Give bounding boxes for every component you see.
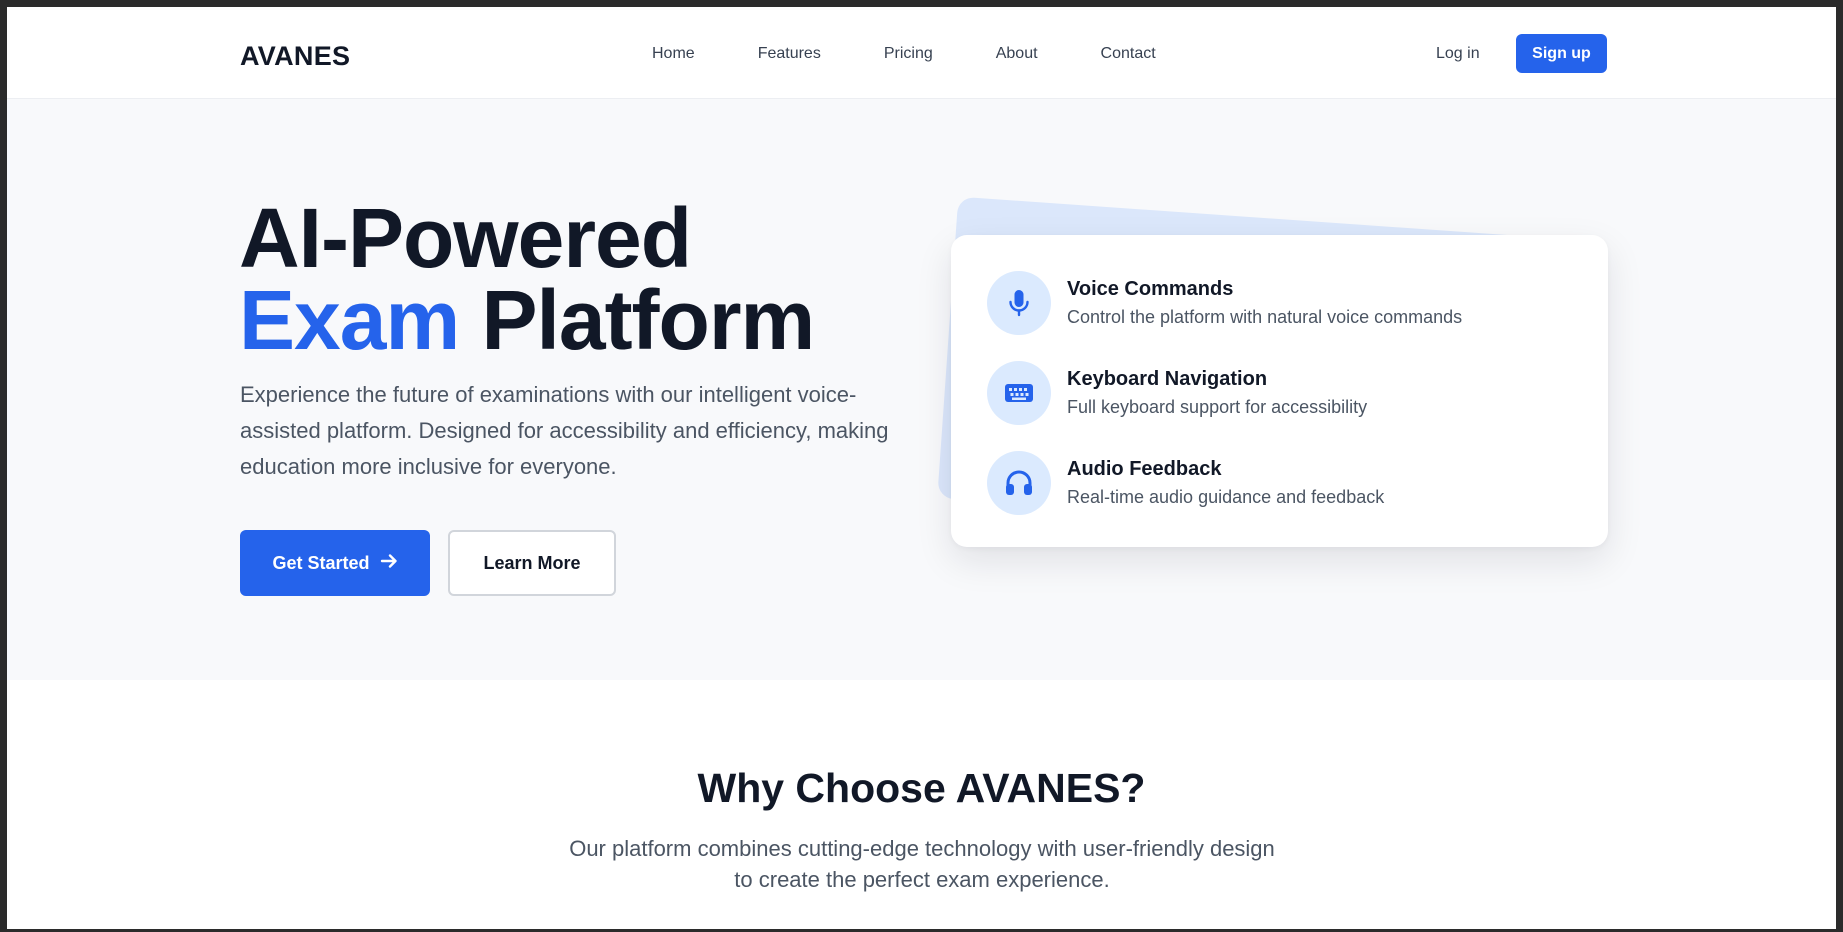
nav-link-about[interactable]: About [996,45,1038,63]
get-started-label: Get Started [272,552,370,573]
arrow-right-icon [380,552,398,575]
feature-item-audio: Audio Feedback Real-time audio guidance … [987,451,1384,515]
feature-text-voice: Voice Commands Control the platform with… [1067,276,1462,330]
feature-title: Keyboard Navigation [1067,368,1268,390]
microphone-icon [987,271,1051,335]
nav-link-contact[interactable]: Contact [1101,45,1156,63]
learn-more-button[interactable]: Learn More [448,530,616,596]
headphones-icon [987,451,1051,515]
top-navbar: AVANES Home Features Pricing About Conta… [7,7,1836,99]
feature-title: Audio Feedback [1067,458,1222,480]
logo[interactable]: AVANES [240,41,350,72]
why-subtitle-line1: Our platform combines cutting-edge techn… [569,836,1275,861]
hero-title: AI-Powered Exam Platform [239,196,815,362]
signup-button[interactable]: Sign up [1516,34,1607,73]
main-nav: Home Features Pricing About Contact [652,45,1219,63]
feature-item-voice: Voice Commands Control the platform with… [987,271,1462,335]
keyboard-icon [987,361,1051,425]
why-subtitle-line2: to create the perfect exam experience. [734,867,1110,892]
feature-title: Voice Commands [1067,278,1234,300]
hero-section: AI-Powered Exam Platform Experience the … [7,99,1836,680]
hero-title-accent: Exam [239,273,460,367]
feature-item-keyboard: Keyboard Navigation Full keyboard suppor… [987,361,1367,425]
nav-link-pricing[interactable]: Pricing [884,45,933,63]
why-subtitle: Our platform combines cutting-edge techn… [547,833,1297,895]
feature-card: Voice Commands Control the platform with… [951,235,1608,547]
why-title: Why Choose AVANES? [697,765,1146,811]
nav-link-features[interactable]: Features [758,45,821,63]
login-link[interactable]: Log in [1436,45,1480,63]
hero-title-line1: AI-Powered [239,191,692,285]
feature-description: Real-time audio guidance and feedback [1067,487,1385,507]
get-started-button[interactable]: Get Started [240,530,430,596]
feature-description: Control the platform with natural voice … [1067,307,1463,327]
browser-viewport: AVANES Home Features Pricing About Conta… [7,7,1836,929]
hero-title-rest: Platform [459,273,815,367]
feature-text-keyboard: Keyboard Navigation Full keyboard suppor… [1067,366,1367,420]
hero-description: Experience the future of examinations wi… [240,382,889,479]
feature-description: Full keyboard support for accessibility [1067,397,1368,417]
nav-link-home[interactable]: Home [652,45,695,63]
feature-text-audio: Audio Feedback Real-time audio guidance … [1067,456,1384,510]
